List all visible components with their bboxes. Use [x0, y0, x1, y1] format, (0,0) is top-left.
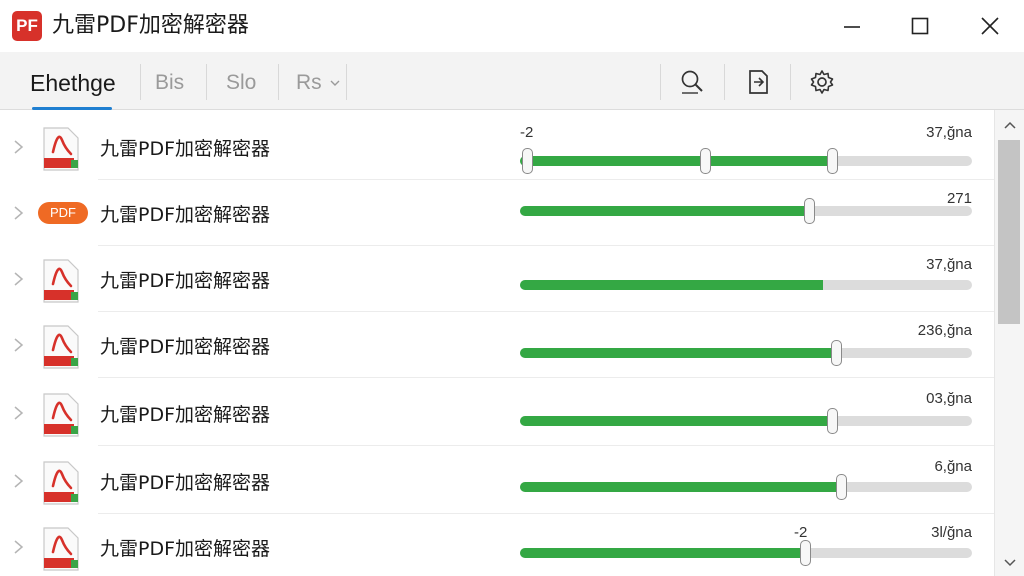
search-icon — [681, 70, 703, 94]
slider-handle[interactable] — [804, 198, 816, 224]
pdf-file-icon — [43, 259, 79, 303]
scroll-up-button[interactable] — [999, 116, 1021, 134]
pdf-file-icon — [43, 461, 79, 505]
slider-handle[interactable] — [826, 408, 838, 434]
export-icon — [749, 70, 768, 94]
title-bar: PF 九雷PDF加密解密器 — [0, 0, 1024, 52]
maximize-button[interactable] — [898, 8, 942, 44]
progress-track — [520, 540, 972, 566]
progress-fill — [520, 548, 805, 558]
tab-slo[interactable]: Slo — [226, 66, 256, 100]
file-value: 3l/ğna — [931, 524, 972, 541]
settings-button[interactable] — [802, 64, 842, 100]
export-button[interactable] — [738, 64, 778, 100]
chevron-right-icon[interactable] — [12, 404, 26, 422]
toolbar-divider — [278, 64, 279, 100]
chevron-right-icon[interactable] — [12, 472, 26, 490]
minimize-icon — [844, 26, 860, 28]
progress-track — [520, 148, 972, 174]
progress-track — [520, 474, 972, 500]
list-item[interactable]: 九雷PDF加密解密器 6,ğna — [0, 448, 994, 514]
progress-track — [520, 280, 972, 290]
file-name: 九雷PDF加密解密器 — [100, 404, 271, 426]
file-value: 271 — [946, 190, 972, 207]
file-value: 37,ğna — [926, 124, 972, 141]
file-name: 九雷PDF加密解密器 — [100, 472, 271, 494]
toolbar-divider — [140, 64, 141, 100]
app-logo-icon: PF — [12, 11, 42, 41]
window-title: 九雷PDF加密解密器 — [52, 13, 249, 38]
minimize-button[interactable] — [830, 8, 874, 44]
pdf-badge-icon: PDF — [38, 202, 88, 224]
list-item[interactable]: 九雷PDF加密解密器 236,ğna — [0, 312, 994, 378]
chevron-right-icon[interactable] — [12, 204, 26, 222]
file-list: 九雷PDF加密解密器 -2 37,ğna PDF 九雷PDF加密解密器 271 … — [0, 110, 994, 576]
pdf-file-icon — [43, 127, 79, 171]
list-item[interactable]: 九雷PDF加密解密器 37,ğna — [0, 246, 994, 312]
slider-handle[interactable] — [826, 148, 838, 174]
slider-handle[interactable] — [700, 148, 712, 174]
chevron-down-icon — [330, 80, 340, 87]
scroll-down-button[interactable] — [999, 554, 1021, 572]
row-divider — [98, 445, 994, 446]
file-value: 236,ğna — [917, 322, 972, 339]
file-name: 九雷PDF加密解密器 — [100, 270, 271, 292]
row-divider — [98, 377, 994, 378]
chevron-right-icon[interactable] — [12, 336, 26, 354]
file-name: 九雷PDF加密解密器 — [100, 138, 271, 160]
file-value: 03,ğna — [926, 390, 972, 407]
gear-icon — [810, 70, 834, 94]
toolbar: Ehethge Bis Slo Rs — [0, 52, 1024, 110]
progress-track — [520, 408, 972, 434]
search-button[interactable] — [672, 64, 712, 100]
chevron-right-icon[interactable] — [12, 270, 26, 288]
pdf-file-icon — [43, 527, 79, 571]
progress-track — [520, 340, 972, 366]
list-item[interactable]: 九雷PDF加密解密器 -2 3l/ğna — [0, 514, 994, 576]
slider-handle[interactable] — [799, 540, 811, 566]
tab-bis[interactable]: Bis — [155, 66, 184, 100]
vertical-scrollbar[interactable] — [994, 110, 1024, 576]
file-name: 九雷PDF加密解密器 — [100, 538, 271, 560]
chevron-up-icon — [1004, 121, 1016, 129]
progress-fill — [520, 206, 810, 216]
tab-rs-label: Rs — [296, 71, 322, 94]
tab-ehethge[interactable]: Ehethge — [30, 66, 116, 110]
progress-track — [520, 198, 972, 224]
file-value: 6,ğna — [934, 458, 972, 475]
slider-handle[interactable] — [521, 148, 533, 174]
progress-fill — [520, 482, 841, 492]
chevron-down-icon — [1004, 559, 1016, 567]
pdf-file-icon — [43, 393, 79, 437]
list-item[interactable]: PDF 九雷PDF加密解密器 271 — [0, 180, 994, 246]
range-start-label: -2 — [794, 524, 808, 541]
slider-handle[interactable] — [831, 340, 843, 366]
close-icon — [981, 17, 999, 35]
toolbar-divider — [206, 64, 207, 100]
pdf-file-icon — [43, 325, 79, 369]
file-value: 37,ğna — [926, 256, 972, 273]
list-item[interactable]: 九雷PDF加密解密器 03,ğna — [0, 380, 994, 446]
progress-fill — [520, 348, 837, 358]
toolbar-divider — [790, 64, 791, 100]
chevron-right-icon[interactable] — [12, 538, 26, 556]
list-item[interactable]: 九雷PDF加密解密器 -2 37,ğna — [0, 114, 994, 180]
slider-handle[interactable] — [835, 474, 847, 500]
toolbar-divider — [346, 64, 347, 100]
file-name: 九雷PDF加密解密器 — [100, 336, 271, 358]
file-name: 九雷PDF加密解密器 — [100, 204, 271, 226]
range-start-label: -2 — [520, 124, 534, 141]
toolbar-divider — [660, 64, 661, 100]
progress-fill — [520, 416, 832, 426]
progress-fill — [520, 156, 832, 166]
progress-fill — [520, 280, 823, 290]
chevron-right-icon[interactable] — [12, 138, 26, 156]
maximize-icon — [911, 17, 929, 35]
tab-rs[interactable]: Rs — [296, 66, 340, 100]
toolbar-divider — [724, 64, 725, 100]
scrollbar-thumb[interactable] — [998, 140, 1020, 324]
close-button[interactable] — [968, 8, 1012, 44]
